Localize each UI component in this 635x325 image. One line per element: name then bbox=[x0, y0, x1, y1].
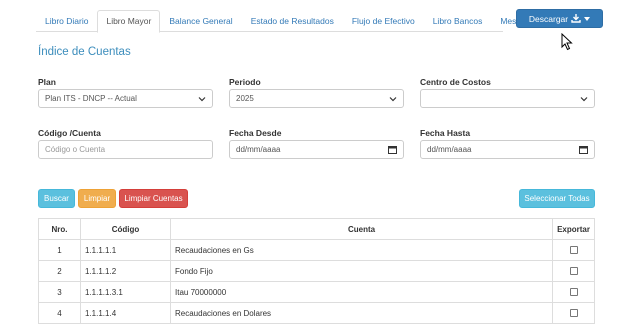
codigo-cuenta-label: Código /Cuenta bbox=[38, 128, 101, 138]
chevron-down-icon bbox=[580, 96, 588, 101]
tab-estado-resultados[interactable]: Estado de Resultados bbox=[242, 10, 343, 32]
periodo-label: Periodo bbox=[229, 77, 261, 87]
header-nro: Nro. bbox=[38, 218, 81, 240]
row-nro: 2 bbox=[38, 260, 81, 282]
table-row: 3 1.1.1.1.3.1 Itau 70000000 bbox=[38, 281, 595, 303]
row-nro: 4 bbox=[38, 302, 81, 324]
fecha-hasta-label: Fecha Hasta bbox=[420, 128, 471, 138]
header-exportar: Exportar bbox=[552, 218, 595, 240]
tab-libro-diario[interactable]: Libro Diario bbox=[36, 10, 97, 32]
header-cuenta: Cuenta bbox=[169, 218, 554, 240]
plan-label: Plan bbox=[38, 77, 56, 87]
centro-costos-select[interactable] bbox=[420, 89, 595, 108]
codigo-cuenta-input[interactable]: Código o Cuenta bbox=[38, 140, 213, 159]
tab-libro-bancos[interactable]: Libro Bancos bbox=[424, 10, 492, 32]
row-codigo: 1.1.1.1.3.1 bbox=[80, 281, 171, 303]
plan-select[interactable]: Plan ITS - DNCP -- Actual bbox=[38, 89, 213, 108]
fecha-desde-input[interactable]: dd/mm/aaaa bbox=[229, 140, 404, 159]
fecha-desde-label: Fecha Desde bbox=[229, 128, 282, 138]
centro-costos-label: Centro de Costos bbox=[420, 77, 491, 87]
limpiar-button[interactable]: Limpiar bbox=[78, 189, 116, 208]
header-codigo: Código bbox=[80, 218, 171, 240]
download-button[interactable]: Descargar bbox=[516, 9, 603, 28]
row-nro: 1 bbox=[38, 239, 81, 261]
exportar-checkbox[interactable] bbox=[569, 309, 578, 318]
table-header-row: Nro. Código Cuenta Exportar bbox=[38, 218, 595, 240]
limpiar-cuentas-button[interactable]: Limpiar Cuentas bbox=[119, 189, 188, 208]
tab-libro-mayor[interactable]: Libro Mayor bbox=[97, 10, 161, 33]
chevron-down-icon bbox=[198, 96, 206, 101]
accounts-table: Nro. Código Cuenta Exportar 1 1.1.1.1.1 … bbox=[38, 218, 595, 324]
periodo-select[interactable]: 2025 bbox=[229, 89, 404, 108]
row-cuenta: Recaudaciones en Gs bbox=[169, 239, 554, 261]
row-exportar-cell bbox=[552, 281, 595, 303]
calendar-icon[interactable] bbox=[388, 145, 397, 154]
row-codigo: 1.1.1.1.2 bbox=[80, 260, 171, 282]
codigo-cuenta-placeholder: Código o Cuenta bbox=[45, 145, 106, 154]
row-exportar-cell bbox=[552, 302, 595, 324]
exportar-checkbox[interactable] bbox=[569, 288, 578, 297]
row-codigo: 1.1.1.1.4 bbox=[80, 302, 171, 324]
row-exportar-cell bbox=[552, 260, 595, 282]
exportar-checkbox[interactable] bbox=[569, 246, 578, 255]
download-button-label: Descargar bbox=[528, 13, 569, 24]
row-nro: 3 bbox=[38, 281, 81, 303]
row-cuenta: Itau 70000000 bbox=[169, 281, 554, 303]
report-tabs: Libro Diario Libro Mayor Balance General… bbox=[36, 10, 525, 33]
fecha-desde-placeholder: dd/mm/aaaa bbox=[236, 145, 281, 154]
calendar-icon[interactable] bbox=[579, 145, 588, 154]
chevron-down-icon bbox=[389, 96, 397, 101]
fecha-hasta-input[interactable]: dd/mm/aaaa bbox=[420, 140, 595, 159]
table-row: 1 1.1.1.1.1 Recaudaciones en Gs bbox=[38, 239, 595, 261]
seleccionar-todas-button[interactable]: Seleccionar Todas bbox=[519, 189, 595, 208]
row-cuenta: Recaudaciones en Dolares bbox=[169, 302, 554, 324]
row-codigo: 1.1.1.1.1 bbox=[80, 239, 171, 261]
table-row: 2 1.1.1.1.2 Fondo Fijo bbox=[38, 260, 595, 282]
buscar-button[interactable]: Buscar bbox=[38, 189, 75, 208]
tab-flujo-efectivo[interactable]: Flujo de Efectivo bbox=[343, 10, 424, 32]
download-icon bbox=[571, 14, 581, 23]
row-cuenta: Fondo Fijo bbox=[169, 260, 554, 282]
periodo-select-value: 2025 bbox=[236, 94, 254, 103]
row-exportar-cell bbox=[552, 239, 595, 261]
fecha-hasta-placeholder: dd/mm/aaaa bbox=[427, 145, 472, 154]
page-title: Índice de Cuentas bbox=[38, 46, 131, 58]
plan-select-value: Plan ITS - DNCP -- Actual bbox=[45, 94, 137, 103]
tab-balance-general[interactable]: Balance General bbox=[160, 10, 241, 32]
exportar-checkbox[interactable] bbox=[569, 267, 578, 276]
caret-down-icon bbox=[584, 16, 591, 21]
mouse-cursor-icon bbox=[561, 33, 573, 51]
table-row: 4 1.1.1.1.4 Recaudaciones en Dolares bbox=[38, 302, 595, 324]
